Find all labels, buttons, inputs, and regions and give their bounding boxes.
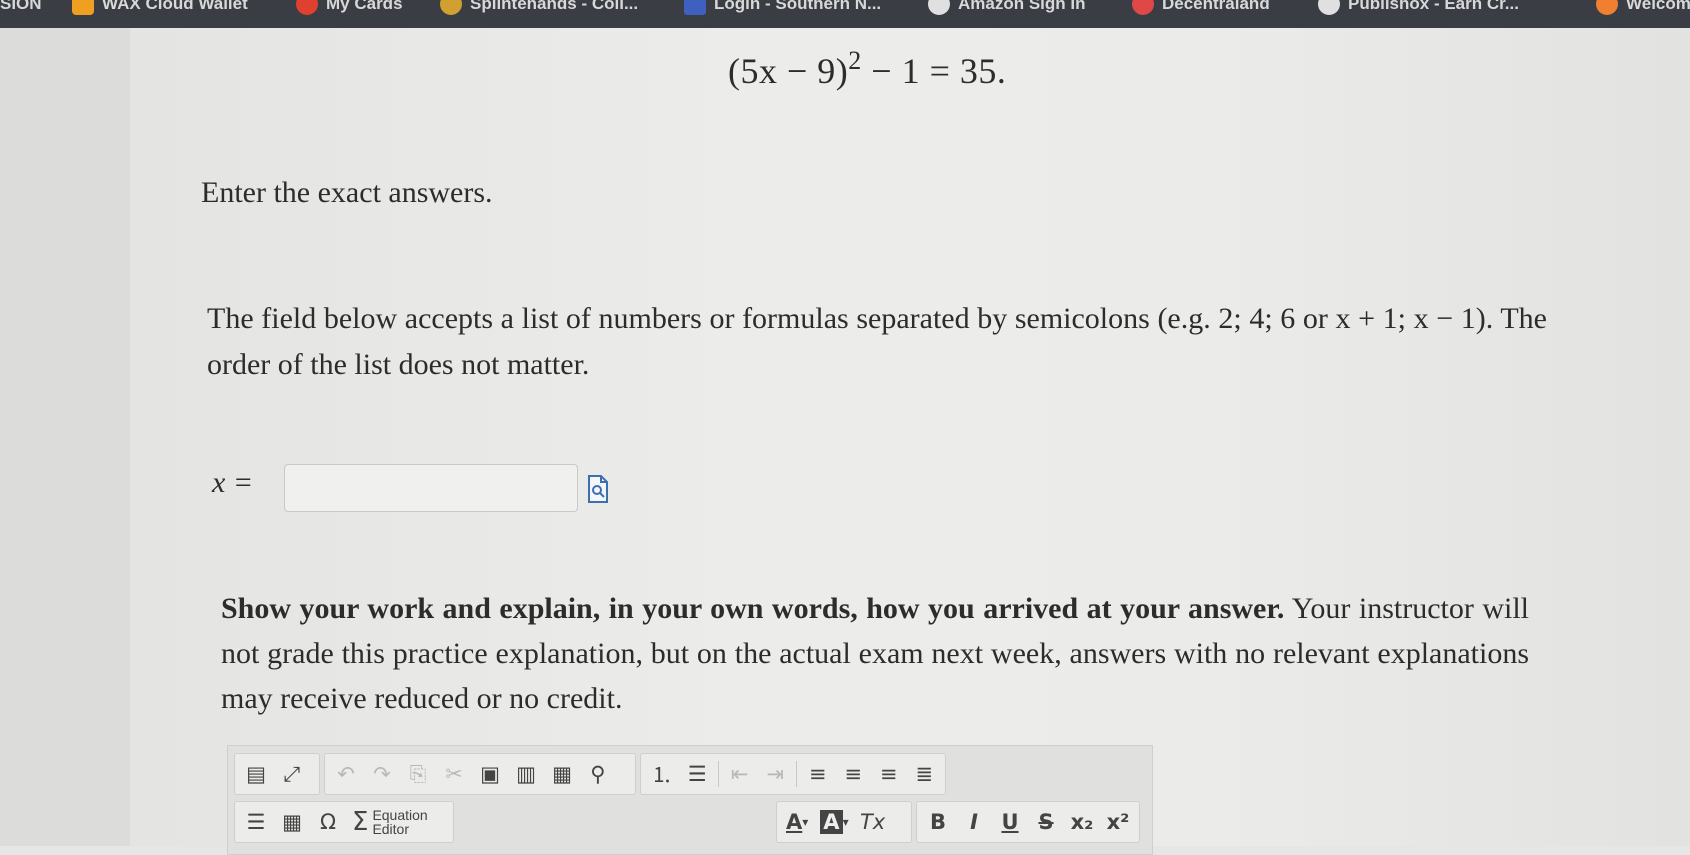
subscript-button[interactable]: x₂ — [1067, 807, 1097, 837]
question-page — [130, 28, 1690, 846]
toolbar-group-paragraph: ⒈ ☰ ⇤ ⇥ ≡ ≡ ≡ ≣ — [640, 753, 946, 795]
sigma-icon: Σ — [352, 807, 369, 837]
amazon-icon — [928, 0, 950, 15]
find-icon[interactable]: ⚲ — [583, 759, 613, 789]
table-icon[interactable]: ▦ — [277, 807, 307, 837]
special-char-icon[interactable]: Ω — [313, 807, 343, 837]
underline-button[interactable]: U — [995, 807, 1025, 837]
decrease-indent-icon[interactable]: ⇤ — [725, 759, 755, 789]
publishox-icon — [1318, 0, 1340, 15]
equation-base: (5x − 9) — [728, 51, 849, 91]
welcome-icon — [1596, 0, 1618, 15]
bulleted-list-icon[interactable]: ☰ — [683, 759, 713, 789]
cut-icon[interactable]: ✂ — [439, 759, 469, 789]
equation-editor-button[interactable]: Σ Equation Editor — [349, 807, 431, 837]
bookmark-publishox[interactable]: Publishox - Earn Cr... — [1318, 0, 1519, 17]
bookmark-wax-cloud-wallet[interactable]: WAX Cloud Wallet — [72, 0, 248, 17]
background-color-button[interactable]: A ▾ — [817, 807, 851, 837]
strikethrough-button[interactable]: S — [1031, 807, 1061, 837]
toolbar-group-insert: ☰ ▦ Ω Σ Equation Editor — [234, 801, 454, 843]
bookmark-amazon-sign-in[interactable]: Amazon Sign In — [928, 0, 1086, 17]
numbered-list-icon[interactable]: ⒈ — [647, 759, 677, 789]
bookmark-splintehands[interactable]: Splintehands - Coll... — [440, 0, 638, 17]
redo-icon[interactable]: ↷ — [367, 759, 397, 789]
bookmark-welcome[interactable]: Welcom — [1596, 0, 1690, 17]
equation-exponent: 2 — [848, 46, 862, 75]
rich-text-editor: ▤ ⤢ ↶ ↷ ⎘ ✂ ▣ ▥ ▦ ⚲ ⒈ ☰ ⇤ ⇥ ≡ ≡ ≡ ≣ ☰ ▦ … — [227, 745, 1153, 855]
preview-document-icon[interactable] — [587, 475, 609, 503]
text-color-button[interactable]: A ▾ — [783, 807, 811, 837]
toolbar-group-colors: A ▾ A ▾ Tx — [776, 801, 912, 843]
bold-button[interactable]: B — [923, 807, 953, 837]
bookmark-my-cards[interactable]: My Cards — [296, 0, 403, 17]
instruction-text: Enter the exact answers. — [201, 176, 493, 209]
italic-button[interactable]: I — [959, 807, 989, 837]
field-instructions: The field below accepts a list of number… — [207, 302, 1547, 381]
maximize-icon[interactable]: ⤢ — [277, 759, 307, 789]
show-work-instructions: Show your work and explain, in your own … — [221, 592, 1530, 715]
toolbar-separator — [718, 761, 719, 787]
copy-icon[interactable]: ⎘ — [403, 759, 433, 789]
splinter-icon — [440, 0, 462, 15]
clear-formatting-button[interactable]: Tx — [858, 807, 888, 837]
left-margin — [0, 28, 130, 846]
bookmark-decentraland[interactable]: Decentraland — [1132, 0, 1270, 17]
align-left-icon[interactable]: ≡ — [803, 759, 833, 789]
cards-icon — [296, 0, 318, 15]
toolbar-group-styles: B I U S x₂ x² — [916, 801, 1140, 843]
wax-icon — [72, 0, 94, 15]
equation-rhs: − 1 = 35. — [861, 51, 1007, 91]
decentraland-icon — [1132, 0, 1154, 15]
answer-input[interactable] — [284, 464, 578, 512]
align-right-icon[interactable]: ≡ — [874, 759, 904, 789]
toolbar-group-view: ▤ ⤢ — [234, 753, 320, 795]
login-icon — [684, 0, 706, 15]
toolbar-group-clipboard: ↶ ↷ ⎘ ✂ ▣ ▥ ▦ ⚲ — [324, 753, 636, 795]
problem-equation: (5x − 9)2 − 1 = 35. — [728, 46, 1006, 92]
bookmarks-bar: SION WAX Cloud Wallet My Cards Splinteha… — [0, 0, 1690, 28]
undo-icon[interactable]: ↶ — [331, 759, 361, 789]
answer-label: x = — [212, 466, 254, 499]
increase-indent-icon[interactable]: ⇥ — [760, 759, 790, 789]
horizontal-line-icon[interactable]: ☰ — [241, 807, 271, 837]
document-view-icon[interactable]: ▤ — [241, 759, 271, 789]
bookmark-sion[interactable]: SION — [0, 0, 42, 17]
paste-icon[interactable]: ▣ — [475, 759, 505, 789]
align-center-icon[interactable]: ≡ — [838, 759, 868, 789]
toolbar-separator — [795, 761, 797, 787]
superscript-button[interactable]: x² — [1103, 807, 1133, 837]
bookmark-login-southern[interactable]: Login - Southern N... — [684, 0, 881, 17]
justify-icon[interactable]: ≣ — [909, 759, 939, 789]
paste-text-icon[interactable]: ▥ — [511, 759, 541, 789]
paste-word-icon[interactable]: ▦ — [547, 759, 577, 789]
